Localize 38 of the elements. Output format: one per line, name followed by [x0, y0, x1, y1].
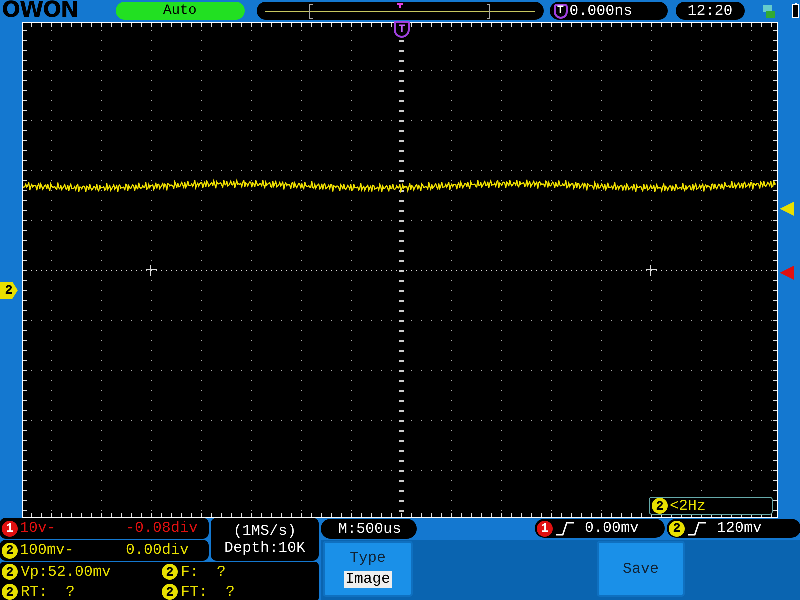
channel-badge: 2 — [2, 542, 18, 558]
vertical-offset: -0.08div — [126, 520, 198, 537]
measurement-value: RT: ? — [21, 584, 76, 600]
battery-icon — [792, 3, 800, 19]
sample-rate: (1MS/s) — [233, 522, 296, 540]
channel-badge: 2 — [162, 584, 178, 600]
type-menu-button[interactable]: Type Image — [323, 541, 413, 597]
brand-logo: OWON — [2, 1, 80, 21]
save-button[interactable]: Save — [597, 541, 685, 597]
channel-badge: 2 — [2, 564, 18, 580]
trigger-level: 120mv — [717, 520, 762, 537]
channel-badge: 2 — [669, 520, 685, 536]
measurement-value: F: ? — [181, 564, 226, 580]
frequency-value: <2Hz — [670, 498, 706, 514]
usb-device-icon — [760, 3, 776, 19]
trigger-time-badge: T — [554, 4, 568, 18]
measurement-value: FT: ? — [181, 584, 236, 600]
channel-badge: 1 — [2, 520, 18, 536]
trigger-marker: T — [394, 21, 410, 38]
rising-edge-icon — [555, 522, 575, 536]
channel-badge: 2 — [652, 498, 668, 514]
volts-per-div: 10v- — [20, 520, 58, 537]
volts-per-div: 100mv- — [20, 542, 76, 559]
trigger-level: 0.00mv — [585, 520, 640, 537]
memory-depth: Depth:10K — [224, 540, 306, 556]
measurement-value: Vp:52.00mv — [21, 564, 112, 580]
channel-badge: 1 — [537, 520, 553, 536]
time-offset-value: 0.000ns — [570, 2, 633, 20]
clock: 12:20 — [676, 2, 745, 20]
timebase: M:500us — [321, 519, 417, 539]
rising-edge-icon — [687, 522, 707, 536]
vertical-offset: 0.00div — [126, 542, 190, 559]
channel-marker: 2 — [0, 282, 18, 299]
trigger-level-icon — [780, 202, 794, 216]
channel-badge: 2 — [162, 564, 178, 580]
trigger-mode: Auto — [116, 2, 245, 20]
trigger-level-icon — [780, 266, 794, 280]
channel-badge: 2 — [2, 584, 18, 600]
